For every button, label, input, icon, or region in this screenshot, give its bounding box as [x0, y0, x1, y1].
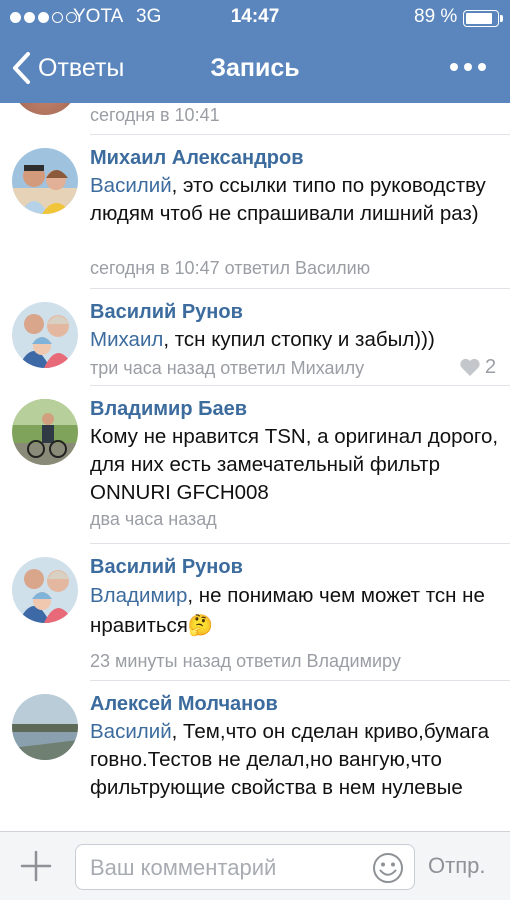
comment-text: Владимир, не понимаю чем может тсн не нр… [90, 581, 500, 641]
top-bar: YOTA 3G 14:47 89 % Ответы Запись [0, 0, 510, 103]
divider [90, 385, 510, 386]
avatar[interactable] [12, 103, 78, 115]
back-label: Ответы [38, 53, 125, 82]
more-dots-icon [450, 63, 458, 71]
reply-to-link[interactable]: Василий [90, 720, 172, 743]
comment-text: Василий, Тем,что он сделан криво,бумага … [90, 718, 500, 802]
comment-meta: сегодня в 10:41 [90, 105, 220, 125]
comment-meta: сегодня в 10:47 ответил Василию [90, 258, 371, 278]
comment-meta: 23 минуты назад ответил Владимиру [90, 651, 401, 671]
comment-input[interactable] [88, 845, 362, 891]
comment-text: Михаил, тсн купил стопку и забыл))) [90, 326, 500, 354]
comment-meta: два часа назад [90, 509, 217, 529]
avatar[interactable] [12, 148, 78, 214]
comment-meta: три часа назад ответил Михаилу [90, 358, 365, 378]
like-button[interactable]: 2 [459, 356, 496, 379]
divider [90, 134, 510, 135]
comment-author[interactable]: Алексей Молчанов [90, 690, 278, 718]
comment-text: Кому не нравится TSN, а оригинал дорого,… [90, 423, 500, 507]
chevron-left-icon [13, 52, 30, 84]
send-button[interactable]: Отпр. [428, 853, 485, 879]
battery-percent: 89 % [414, 6, 458, 27]
comment-input-box [75, 844, 415, 891]
comment-body: , тсн купил стопку и забыл))) [163, 328, 435, 351]
avatar[interactable] [12, 399, 78, 465]
battery-tip [500, 15, 503, 22]
reply-to-link[interactable]: Владимир [90, 584, 187, 607]
divider [90, 288, 510, 289]
reply-to-link[interactable]: Василий [90, 174, 172, 197]
reply-to-link[interactable]: Михаил [90, 328, 163, 351]
comment-body: Кому не нравится TSN, а оригинал дорого,… [90, 425, 499, 504]
comment-author[interactable]: Василий Рунов [90, 553, 243, 581]
comment-author[interactable]: Василий Рунов [90, 298, 243, 326]
comment-text: Василий, это ссылки типо по руководству … [90, 172, 500, 228]
plus-icon[interactable] [19, 849, 53, 883]
comment-author[interactable]: Михаил Александров [90, 144, 304, 172]
avatar[interactable] [12, 694, 78, 760]
divider [90, 680, 510, 681]
back-button[interactable]: Ответы [10, 48, 124, 88]
status-bar: YOTA 3G 14:47 89 % [0, 0, 510, 34]
battery-fill [466, 13, 492, 24]
comment-author[interactable]: Владимир Баев [90, 395, 247, 423]
comment-list[interactable]: сегодня в 10:41 Михаил Александров Васил… [0, 103, 510, 831]
comment-composer: Отпр. [0, 831, 510, 900]
avatar[interactable] [12, 302, 78, 368]
heart-icon [460, 358, 480, 376]
avatar[interactable] [12, 557, 78, 623]
battery-icon [463, 10, 499, 27]
more-button[interactable] [440, 50, 496, 84]
like-count: 2 [485, 356, 497, 378]
divider [90, 543, 510, 544]
smiley-icon[interactable] [372, 852, 404, 884]
